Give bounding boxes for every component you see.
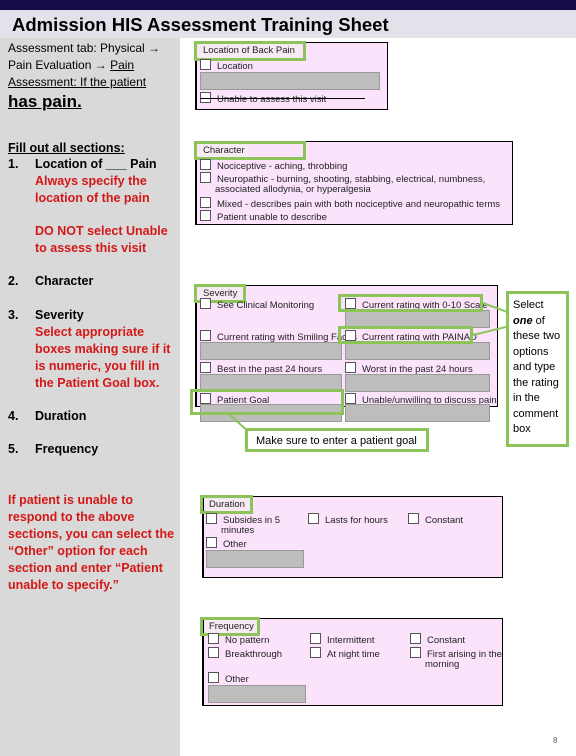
- callout-text: of: [532, 314, 545, 327]
- checkbox[interactable]: [410, 647, 421, 658]
- callout-text: comment: [513, 407, 559, 420]
- frequency-option[interactable]: Constant: [410, 633, 465, 647]
- callout-text: Select: [513, 299, 544, 311]
- highlight-duration-title: [200, 495, 253, 514]
- duration-option[interactable]: Constant: [408, 513, 463, 527]
- frequency-option[interactable]: No pattern: [208, 633, 269, 647]
- option-label: Other: [225, 674, 249, 685]
- callout-text: box: [513, 423, 531, 435]
- checkbox[interactable]: [208, 672, 219, 683]
- page-number: 8: [553, 736, 558, 745]
- frequency-option[interactable]: Other: [208, 672, 249, 686]
- frequency-option[interactable]: Intermittent: [310, 633, 375, 647]
- frequency-other-input[interactable]: [208, 685, 306, 703]
- checkbox[interactable]: [208, 647, 219, 658]
- callout-text: in the: [513, 392, 540, 404]
- callout-text: the rating: [513, 376, 559, 389]
- option-label: Constant: [425, 515, 464, 526]
- option-label: No pattern: [225, 635, 270, 646]
- duration-option[interactable]: Other: [206, 537, 247, 551]
- goal-callout: Make sure to enter a patient goal: [245, 428, 429, 452]
- option-label: Other: [223, 539, 247, 550]
- callout-emphasis: one: [513, 314, 533, 327]
- frequency-option-cont: morning: [425, 659, 460, 670]
- callout-text: options: [513, 345, 549, 358]
- duration-option-cont: minutes: [221, 525, 255, 536]
- checkbox[interactable]: [410, 633, 421, 644]
- callout-text: and type: [513, 361, 556, 373]
- checkbox[interactable]: [310, 633, 321, 644]
- arrow-line: [472, 325, 511, 336]
- duration-other-input[interactable]: [206, 550, 304, 568]
- checkbox[interactable]: [208, 633, 219, 644]
- frequency-option[interactable]: Breakthrough: [208, 647, 282, 661]
- option-label: Constant: [427, 635, 466, 646]
- option-label: Breakthrough: [225, 649, 283, 660]
- option-label: Lasts for hours: [325, 515, 388, 526]
- checkbox[interactable]: [408, 513, 419, 524]
- checkbox[interactable]: [206, 537, 217, 548]
- option-label: Intermittent: [327, 635, 375, 646]
- checkbox[interactable]: [206, 513, 217, 524]
- checkbox[interactable]: [310, 647, 321, 658]
- frequency-option[interactable]: At night time: [310, 647, 380, 661]
- callout-text: these two: [513, 330, 561, 342]
- duration-option[interactable]: Lasts for hours: [308, 513, 388, 527]
- rating-callout: Select one of these two options and type…: [506, 291, 569, 447]
- checkbox[interactable]: [308, 513, 319, 524]
- option-label: At night time: [327, 649, 380, 660]
